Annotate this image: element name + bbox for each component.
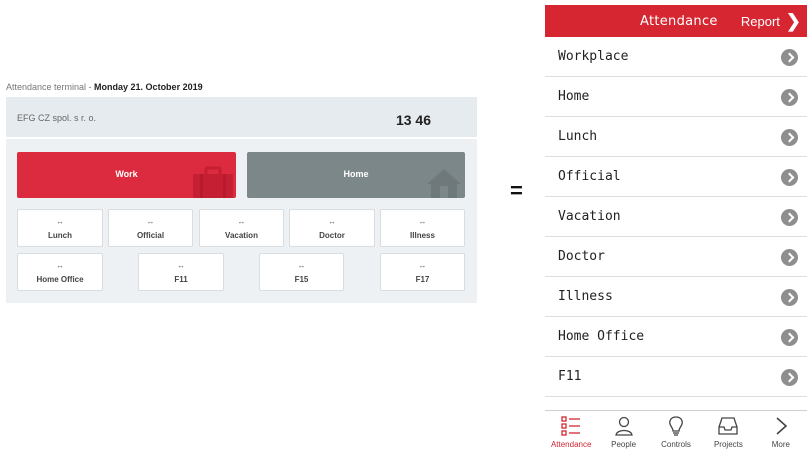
equals-sign: = [510, 178, 523, 203]
swap-arrow-icon: ↔ [297, 261, 306, 270]
lunch-button[interactable]: ↔ Lunch [17, 209, 103, 247]
doctor-button[interactable]: ↔ Doctor [289, 209, 375, 247]
list-item-doctor[interactable]: Doctor [545, 237, 807, 277]
f17-button[interactable]: ↔ F17 [380, 253, 465, 291]
list-item-label: Home [558, 89, 590, 104]
list-item-illness[interactable]: Illness [545, 277, 807, 317]
swap-arrow-icon: ↔ [177, 261, 185, 270]
tab-attendance-label: Attendance [550, 440, 592, 449]
list-item-home-office[interactable]: Home Office [545, 317, 807, 357]
f11-button-label: F11 [174, 275, 188, 284]
home-button[interactable]: Home [247, 152, 465, 198]
swap-arrow-icon: ↔ [418, 217, 427, 226]
tab-projects[interactable]: Projects [702, 411, 754, 451]
list-item-label: Doctor [558, 249, 605, 264]
tab-controls-label: Controls [661, 440, 691, 449]
arrow-circle-icon [781, 49, 798, 66]
attendance-type-list: Workplace Home Lunch Official Vacation D… [545, 37, 807, 397]
list-item-label: Vacation [558, 209, 621, 224]
swap-arrow-icon: ↔ [56, 261, 64, 270]
official-button[interactable]: ↔ Official [108, 209, 193, 247]
tab-more-label: More [771, 440, 790, 449]
list-item-home[interactable]: Home [545, 77, 807, 117]
f15-button[interactable]: ↔ F15 [259, 253, 344, 291]
illness-button-label: Illness [410, 231, 435, 240]
vacation-button[interactable]: ↔ Vacation [199, 209, 284, 247]
swap-arrow-icon: ↔ [328, 217, 336, 226]
app-header: Attendance Report ❯ [545, 5, 807, 37]
f17-button-label: F17 [415, 275, 430, 284]
home-office-button-label: Home Office [36, 275, 84, 284]
arrow-circle-icon [781, 89, 798, 106]
list-item-label: F11 [558, 369, 582, 384]
tab-people[interactable]: People [597, 411, 649, 451]
list-item-workplace[interactable]: Workplace [545, 37, 807, 77]
official-button-label: Official [136, 231, 165, 240]
list-item-vacation[interactable]: Vacation [545, 197, 807, 237]
mobile-app: Attendance Report ❯ Workplace Home Lunch… [545, 5, 807, 451]
swap-arrow-icon: ↔ [237, 217, 246, 226]
lightbulb-icon [669, 416, 683, 436]
person-icon [614, 416, 633, 436]
attendance-list-icon [561, 416, 581, 436]
arrow-circle-icon [781, 209, 798, 226]
home-office-button[interactable]: ↔ Home Office [17, 253, 103, 291]
arrow-circle-icon [781, 369, 798, 386]
arrow-circle-icon [781, 289, 798, 306]
swap-arrow-icon: ↔ [418, 261, 427, 270]
tab-projects-label: Projects [713, 440, 743, 449]
swap-arrow-icon: ↔ [146, 217, 155, 226]
attendance-terminal: EFG CZ spol. s r. o. 13 46 Work Home ↔ L… [6, 97, 477, 303]
company-name: EFG CZ spol. s r. o. [17, 113, 97, 123]
terminal-caption: Attendance terminal - Monday 21. October… [6, 82, 203, 92]
bottom-tab-bar: Attendance People Controls Projects More [545, 410, 807, 451]
work-button-label: Work [115, 169, 138, 179]
list-item-label: Workplace [558, 49, 629, 64]
work-button[interactable]: Work [17, 152, 236, 198]
terminal-date: Monday 21. October 2019 [94, 82, 203, 92]
f15-button-label: F15 [294, 275, 309, 284]
illness-button[interactable]: ↔ Illness [380, 209, 465, 247]
list-item-label: Lunch [558, 129, 598, 144]
company-bar: EFG CZ spol. s r. o. 13 46 [6, 97, 477, 139]
vacation-button-label: Vacation [225, 231, 258, 240]
arrow-circle-icon [781, 249, 798, 266]
list-item-official[interactable]: Official [545, 157, 807, 197]
arrow-circle-icon [781, 169, 798, 186]
report-button-label: Report [740, 13, 780, 29]
clock-display: 13 46 [395, 112, 431, 128]
app-title: Attendance [640, 14, 718, 29]
list-item-f11[interactable]: F11 [545, 357, 807, 397]
report-button[interactable]: Report ❯ [741, 11, 801, 31]
list-item-label: Official [558, 169, 621, 184]
tab-more[interactable]: More [755, 411, 807, 451]
list-item-label: Illness [558, 289, 613, 304]
arrow-circle-icon [781, 329, 798, 346]
tab-people-label: People [611, 440, 637, 449]
f11-button[interactable]: ↔ F11 [138, 253, 224, 291]
tab-attendance[interactable]: Attendance [545, 411, 597, 451]
arrow-circle-icon [781, 129, 798, 146]
chevron-right-icon: ❯ [785, 11, 801, 31]
doctor-button-label: Doctor [319, 231, 345, 240]
list-item-label: Home Office [558, 329, 645, 344]
home-button-label: Home [343, 169, 369, 179]
lunch-button-label: Lunch [48, 231, 72, 240]
swap-arrow-icon: ↔ [56, 217, 64, 226]
terminal-caption-prefix: Attendance terminal - [6, 82, 95, 92]
chevron-right-icon [776, 417, 788, 435]
list-item-lunch[interactable]: Lunch [545, 117, 807, 157]
inbox-tray-icon [718, 417, 739, 435]
tab-controls[interactable]: Controls [650, 411, 702, 451]
